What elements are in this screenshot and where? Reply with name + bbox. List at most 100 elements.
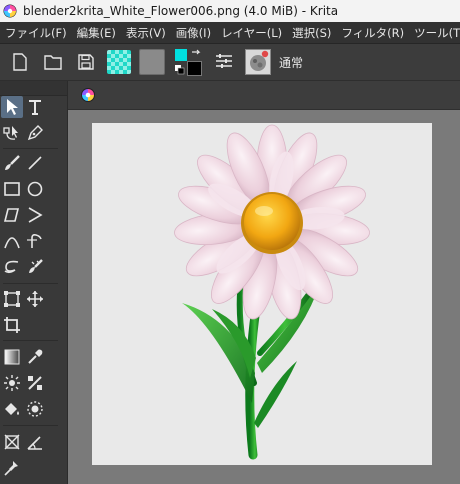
rectangle-icon [4, 182, 20, 196]
crop-tool[interactable] [1, 314, 23, 336]
edit-shapes-tool[interactable] [1, 122, 23, 144]
document-area [68, 81, 460, 484]
gradient-swatch[interactable] [107, 50, 131, 74]
brush-settings-icon [216, 54, 232, 68]
polygon-tool[interactable] [1, 204, 23, 226]
swap-colors-icon[interactable] [191, 49, 201, 59]
save-document-button[interactable] [73, 49, 99, 75]
tool-row [0, 457, 67, 481]
smart-patch-tool[interactable] [1, 372, 23, 394]
krita-app-icon [3, 4, 17, 18]
menu-tools[interactable]: ツール(T) [409, 25, 460, 41]
menu-filter[interactable]: フィルタ(R) [336, 25, 409, 41]
dynamic-brush-icon [4, 260, 19, 274]
select-shapes-tool[interactable] [1, 96, 23, 118]
open-document-button[interactable] [40, 49, 66, 75]
select-shapes-icon [7, 99, 18, 115]
pan-tool[interactable] [1, 457, 23, 479]
brush-preset-button[interactable] [245, 49, 271, 75]
measure-icon [27, 436, 42, 450]
foreground-color[interactable] [175, 49, 187, 61]
tool-row [0, 431, 67, 455]
assistant-tool[interactable] [24, 372, 46, 394]
main-toolbar: 通常 [0, 44, 460, 81]
enclosed-fill-icon [27, 401, 43, 417]
toolbox-divider [3, 283, 58, 284]
brush-preset-icon [250, 50, 269, 71]
line-tool[interactable] [24, 152, 46, 174]
crop-icon [4, 317, 20, 333]
flower-image [174, 124, 370, 460]
enclosed-fill-tool[interactable] [24, 398, 46, 420]
title-bar: blender2krita_White_Flower006.png (4.0 M… [0, 0, 460, 22]
ellipse-icon [27, 181, 43, 197]
calligraphy-icon [27, 125, 43, 141]
color-picker-icon [28, 349, 43, 364]
reset-colors-icon[interactable] [175, 65, 185, 75]
save-icon [78, 54, 94, 70]
tool-row [0, 398, 67, 422]
move-tool[interactable] [24, 288, 46, 310]
move-icon [27, 291, 43, 307]
reference-image-tool[interactable] [1, 431, 23, 453]
pan-icon [4, 461, 18, 476]
menu-view[interactable]: 表示(V) [121, 25, 171, 41]
toolbox-divider [3, 340, 58, 341]
menu-image[interactable]: 画像(I) [171, 25, 216, 41]
transform-icon [4, 291, 20, 307]
tool-row [0, 256, 67, 280]
fill-tool[interactable] [1, 398, 23, 420]
background-color[interactable] [187, 61, 202, 76]
ellipse-tool[interactable] [24, 178, 46, 200]
tool-row [0, 372, 67, 396]
menu-edit[interactable]: 編集(E) [72, 25, 121, 41]
text-tool[interactable] [24, 96, 46, 118]
toolbox-divider [3, 148, 58, 149]
tool-row [0, 288, 67, 312]
fill-icon [5, 403, 19, 415]
tool-row [0, 152, 67, 176]
tool-row [0, 178, 67, 202]
tool-row [0, 96, 67, 120]
polyline-tool[interactable] [24, 204, 46, 226]
gradient-tool[interactable] [1, 346, 23, 368]
measure-tool[interactable] [24, 431, 46, 453]
tool-row [0, 346, 67, 370]
multibrush-tool[interactable] [24, 256, 46, 278]
menu-layer[interactable]: レイヤー(L) [216, 25, 287, 41]
line-icon [28, 156, 42, 170]
tool-row [0, 314, 67, 338]
calligraphy-tool[interactable] [24, 122, 46, 144]
blending-mode-select[interactable]: 通常 [279, 54, 303, 71]
gradient-icon [4, 349, 20, 365]
smart-patch-icon [4, 375, 20, 391]
freehand-path-icon [27, 234, 42, 248]
window-title: blender2krita_White_Flower006.png (4.0 M… [23, 4, 339, 18]
toolbox-divider [3, 425, 58, 426]
krita-document-icon[interactable] [80, 87, 96, 103]
toolbox-panel [0, 81, 68, 484]
open-folder-icon [44, 55, 62, 70]
fg-bg-color-selector[interactable] [174, 48, 204, 76]
new-document-icon [13, 53, 27, 71]
bezier-curve-tool[interactable] [1, 230, 23, 252]
freehand-brush-tool[interactable] [1, 152, 23, 174]
reference-image-icon [4, 434, 20, 450]
document-tab-bar [68, 81, 460, 110]
brush-settings-button[interactable] [211, 49, 237, 75]
assistant-icon [28, 376, 42, 390]
tool-row [0, 122, 67, 146]
menu-select[interactable]: 選択(S) [287, 25, 336, 41]
menu-file[interactable]: ファイル(F) [0, 25, 72, 41]
pattern-swatch[interactable] [139, 49, 165, 75]
tool-row [0, 204, 67, 228]
polygon-icon [3, 208, 20, 222]
rectangle-tool[interactable] [1, 178, 23, 200]
canvas[interactable] [92, 123, 432, 465]
transform-tool[interactable] [1, 288, 23, 310]
dynamic-brush-tool[interactable] [1, 256, 23, 278]
new-document-button[interactable] [7, 49, 33, 75]
color-picker-tool[interactable] [24, 346, 46, 368]
freehand-path-tool[interactable] [24, 230, 46, 252]
bezier-curve-icon [4, 237, 20, 249]
